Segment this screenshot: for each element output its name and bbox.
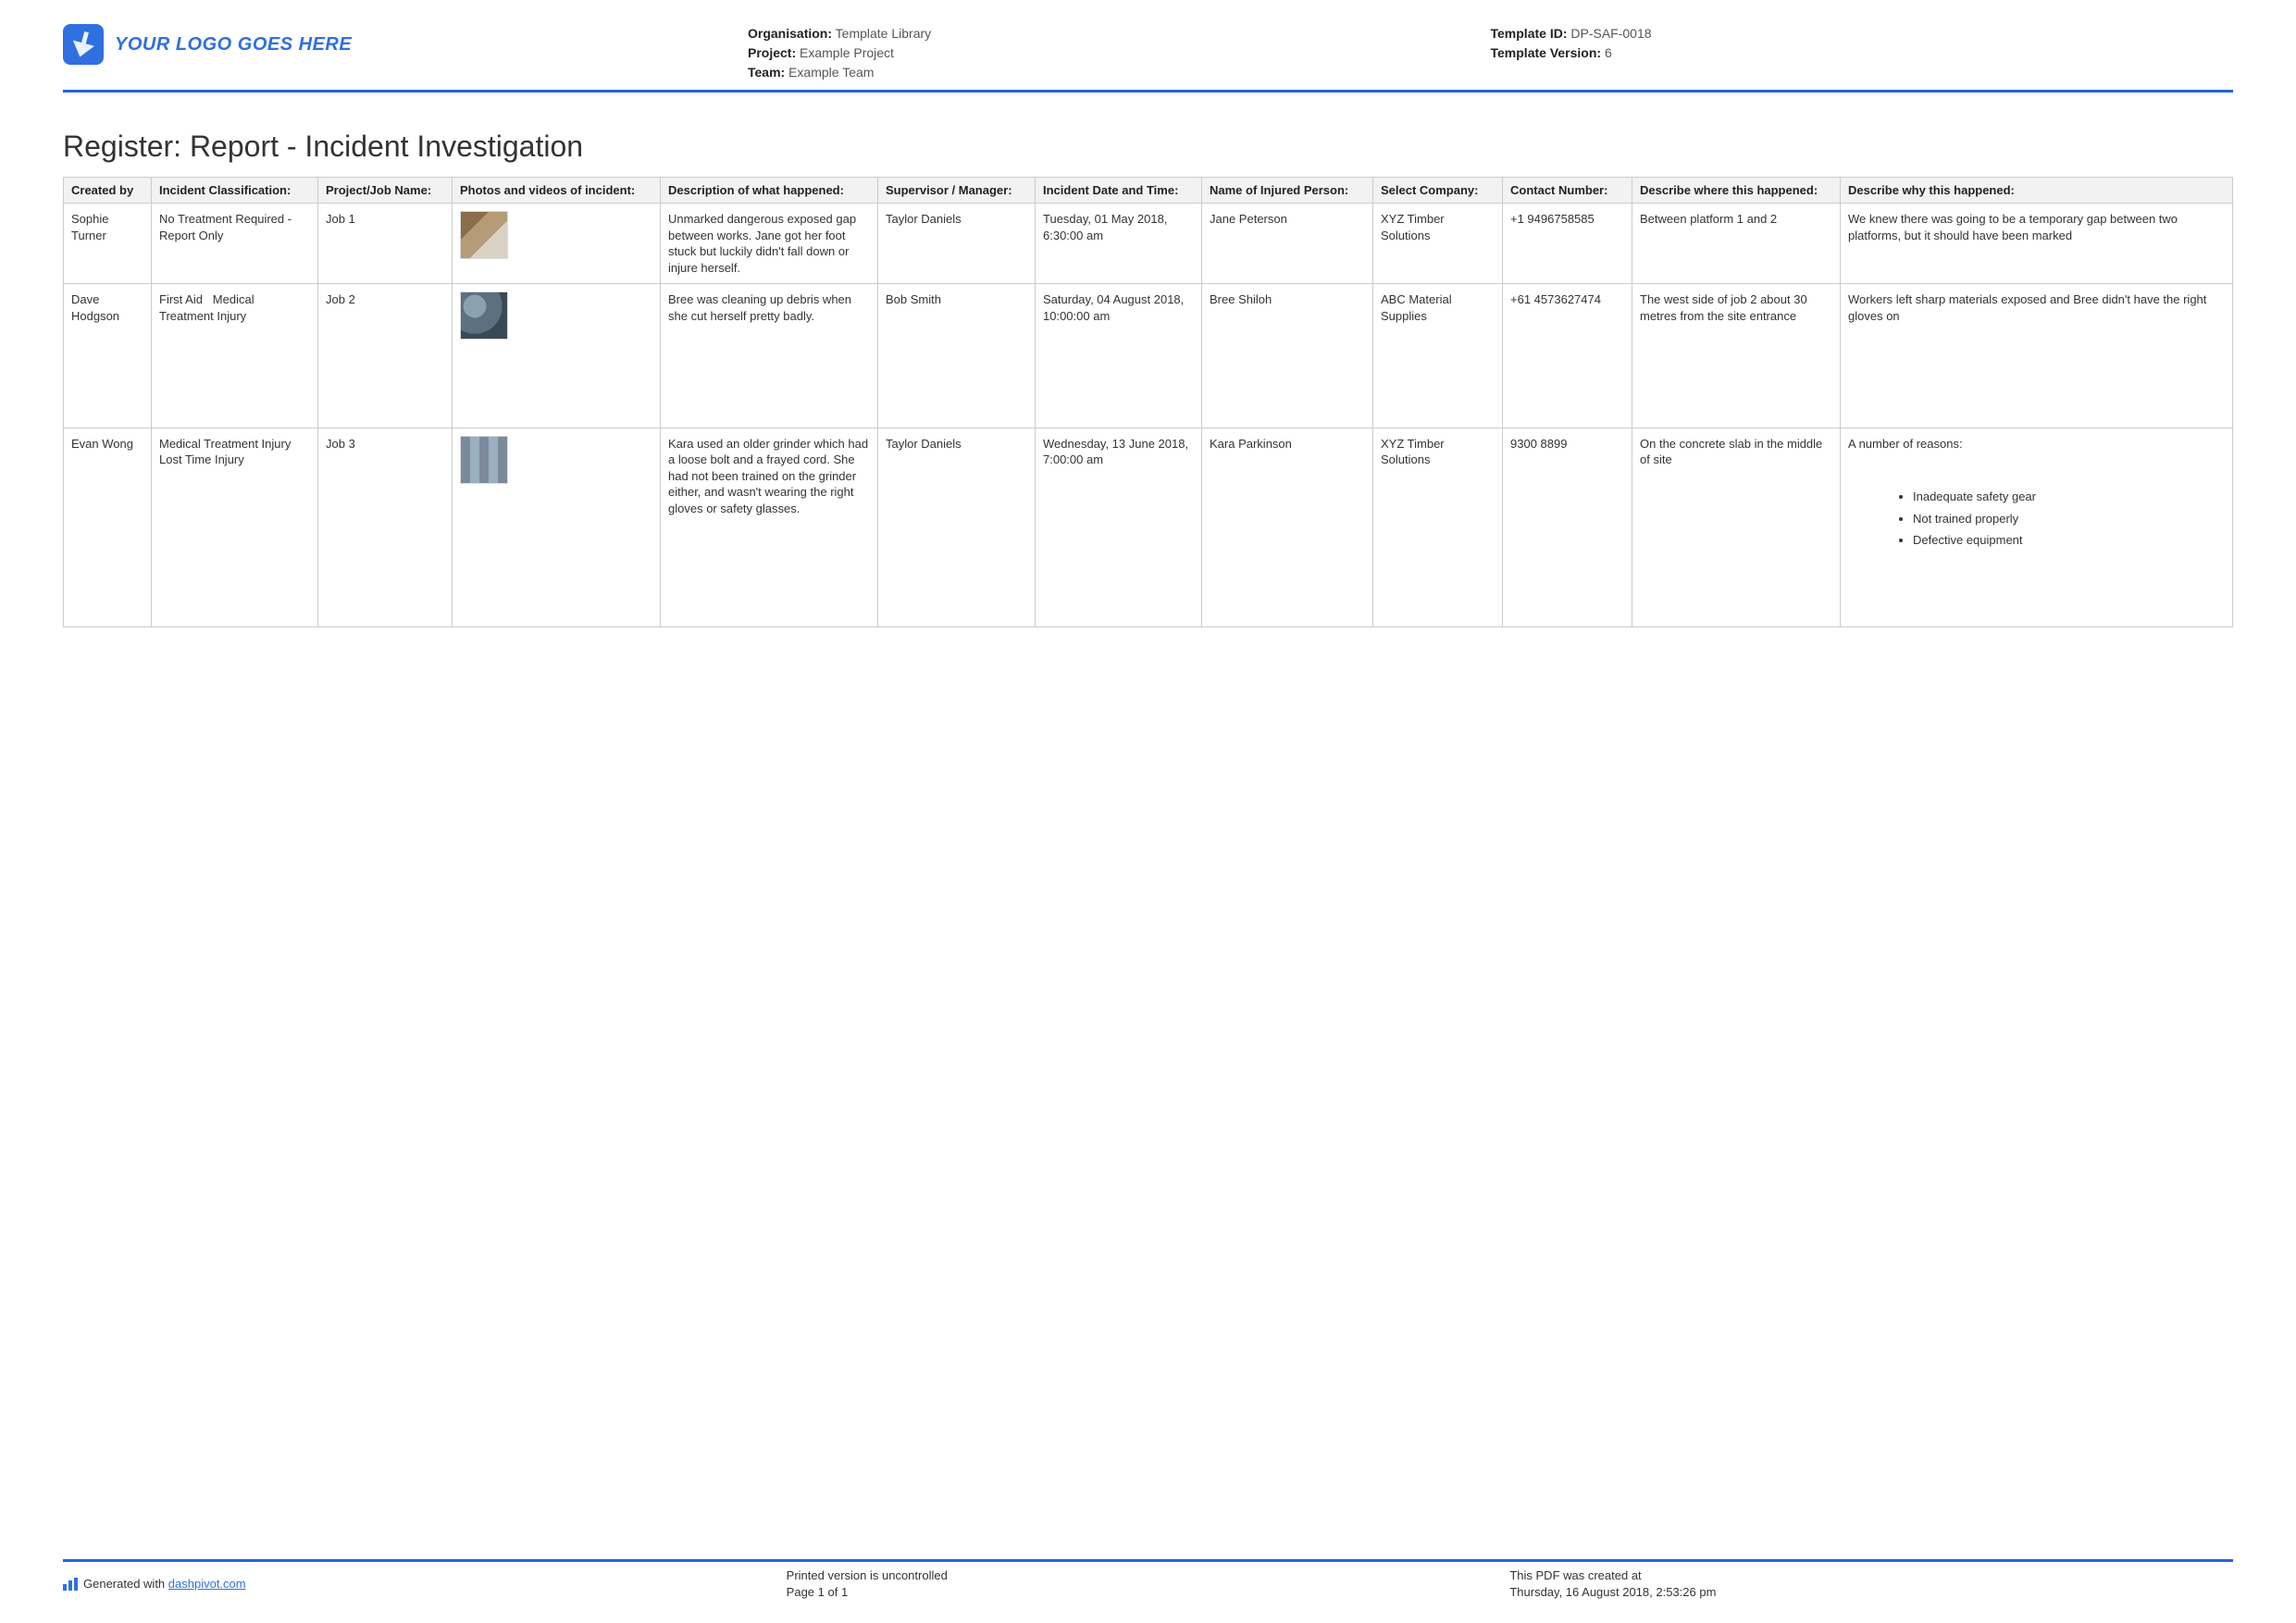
incident-photo-thumb xyxy=(460,211,508,259)
col-contact: Contact Number: xyxy=(1503,178,1632,204)
logo-text: YOUR LOGO GOES HERE xyxy=(115,34,352,56)
incident-photo-thumb xyxy=(460,436,508,484)
cell-created-by: Sophie Turner xyxy=(64,204,152,284)
incident-photo-thumb xyxy=(460,291,508,340)
cell-description: Bree was cleaning up debris when she cut… xyxy=(661,284,878,428)
table-header-row: Created by Incident Classification: Proj… xyxy=(64,178,2233,204)
col-injured: Name of Injured Person: xyxy=(1202,178,1373,204)
template-version-value: 6 xyxy=(1605,45,1612,60)
meta-right: Template ID: DP-SAF-0018 Template Versio… xyxy=(1491,24,2234,63)
cell-photos xyxy=(453,284,661,428)
created-value: Thursday, 16 August 2018, 2:53:26 pm xyxy=(1509,1584,2233,1601)
footer-centre: Printed version is uncontrolled Page 1 o… xyxy=(787,1567,1510,1601)
col-classification: Incident Classification: xyxy=(152,178,318,204)
cell-injured: Jane Peterson xyxy=(1202,204,1373,284)
page-title: Register: Report - Incident Investigatio… xyxy=(63,130,2233,164)
cell-job: Job 1 xyxy=(318,204,453,284)
cell-datetime: Tuesday, 01 May 2018, 6:30:00 am xyxy=(1036,204,1202,284)
cell-company: XYZ Timber Solutions xyxy=(1373,204,1503,284)
cell-injured: Bree Shiloh xyxy=(1202,284,1373,428)
template-id-label: Template ID: xyxy=(1491,26,1568,41)
cell-why: Workers left sharp materials exposed and… xyxy=(1841,284,2233,428)
cell-description: Kara used an older grinder which had a l… xyxy=(661,427,878,627)
team-label: Team: xyxy=(748,65,785,80)
col-job: Project/Job Name: xyxy=(318,178,453,204)
table-row: Sophie Turner No Treatment Required - Re… xyxy=(64,204,2233,284)
col-photos: Photos and videos of incident: xyxy=(453,178,661,204)
cell-why: A number of reasons: Inadequate safety g… xyxy=(1841,427,2233,627)
cell-created-by: Dave Hodgson xyxy=(64,284,152,428)
footer-right: This PDF was created at Thursday, 16 Aug… xyxy=(1509,1567,2233,1601)
cell-job: Job 2 xyxy=(318,284,453,428)
register-table: Created by Incident Classification: Proj… xyxy=(63,177,2233,627)
meta-centre: Organisation: Template Library Project: … xyxy=(748,24,1491,82)
cell-created-by: Evan Wong xyxy=(64,427,152,627)
table-row: Dave Hodgson First Aid Medical Treatment… xyxy=(64,284,2233,428)
template-id-value: DP-SAF-0018 xyxy=(1570,26,1651,41)
project-value: Example Project xyxy=(800,45,894,60)
why-reasons-list: Inadequate safety gear Not trained prope… xyxy=(1848,489,2225,549)
cell-datetime: Wednesday, 13 June 2018, 7:00:00 am xyxy=(1036,427,1202,627)
organisation-label: Organisation: xyxy=(748,26,832,41)
dashpivot-link[interactable]: dashpivot.com xyxy=(168,1577,246,1591)
organisation-value: Template Library xyxy=(836,26,932,41)
cell-where: The west side of job 2 about 30 metres f… xyxy=(1632,284,1841,428)
footer-left: Generated with dashpivot.com xyxy=(63,1567,787,1601)
col-datetime: Incident Date and Time: xyxy=(1036,178,1202,204)
cell-datetime: Saturday, 04 August 2018, 10:00:00 am xyxy=(1036,284,1202,428)
reason-item: Not trained properly xyxy=(1913,511,2225,527)
cell-supervisor: Taylor Daniels xyxy=(878,204,1036,284)
generated-prefix: Generated with xyxy=(83,1577,168,1591)
project-label: Project: xyxy=(748,45,796,60)
cell-company: ABC Material Supplies xyxy=(1373,284,1503,428)
col-supervisor: Supervisor / Manager: xyxy=(878,178,1036,204)
cell-contact: +61 4573627474 xyxy=(1503,284,1632,428)
cell-classification: First Aid Medical Treatment Injury xyxy=(152,284,318,428)
cell-description: Unmarked dangerous exposed gap between w… xyxy=(661,204,878,284)
cell-job: Job 3 xyxy=(318,427,453,627)
page-number: Page 1 of 1 xyxy=(787,1584,1510,1601)
cell-injured: Kara Parkinson xyxy=(1202,427,1373,627)
cell-photos xyxy=(453,427,661,627)
col-description: Description of what happened: xyxy=(661,178,878,204)
cell-contact: +1 9496758585 xyxy=(1503,204,1632,284)
table-row: Evan Wong Medical Treatment Injury Lost … xyxy=(64,427,2233,627)
cell-classification: Medical Treatment Injury Lost Time Injur… xyxy=(152,427,318,627)
reason-item: Defective equipment xyxy=(1913,532,2225,549)
col-where: Describe where this happened: xyxy=(1632,178,1841,204)
cell-contact: 9300 8899 xyxy=(1503,427,1632,627)
cell-why: We knew there was going to be a temporar… xyxy=(1841,204,2233,284)
cell-company: XYZ Timber Solutions xyxy=(1373,427,1503,627)
created-label: This PDF was created at xyxy=(1509,1567,2233,1584)
why-intro: A number of reasons: xyxy=(1848,436,2225,452)
cell-where: On the concrete slab in the middle of si… xyxy=(1632,427,1841,627)
reason-item: Inadequate safety gear xyxy=(1913,489,2225,505)
col-why: Describe why this happened: xyxy=(1841,178,2233,204)
uncontrolled-text: Printed version is uncontrolled xyxy=(787,1567,1510,1584)
cell-where: Between platform 1 and 2 xyxy=(1632,204,1841,284)
cell-supervisor: Bob Smith xyxy=(878,284,1036,428)
cell-supervisor: Taylor Daniels xyxy=(878,427,1036,627)
cell-photos xyxy=(453,204,661,284)
template-version-label: Template Version: xyxy=(1491,45,1602,60)
logo-icon xyxy=(63,24,104,65)
document-header: YOUR LOGO GOES HERE Organisation: Templa… xyxy=(63,24,2233,93)
logo-block: YOUR LOGO GOES HERE xyxy=(63,24,748,65)
team-value: Example Team xyxy=(788,65,874,80)
col-created-by: Created by xyxy=(64,178,152,204)
bar-chart-icon xyxy=(63,1578,78,1591)
col-company: Select Company: xyxy=(1373,178,1503,204)
cell-classification: No Treatment Required - Report Only xyxy=(152,204,318,284)
document-footer: Generated with dashpivot.com Printed ver… xyxy=(63,1559,2233,1601)
